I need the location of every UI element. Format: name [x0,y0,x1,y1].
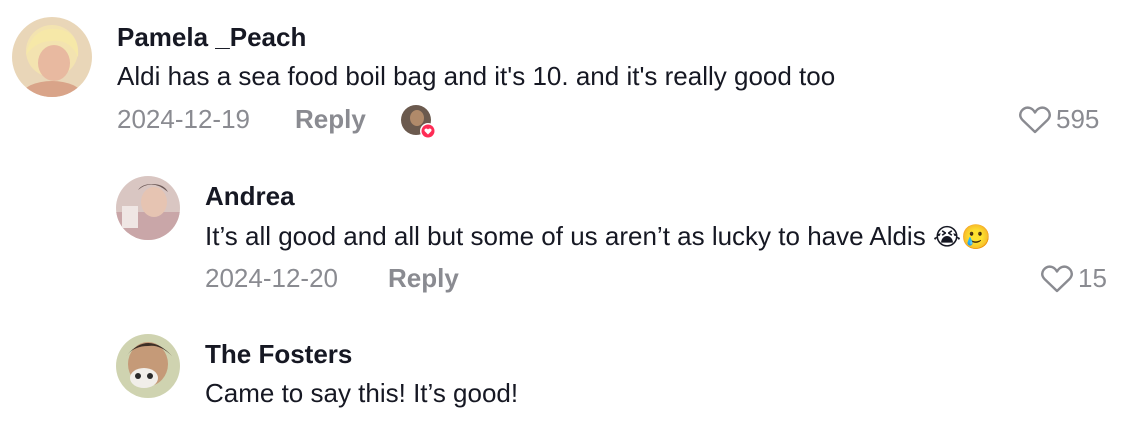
comment-text-body: It’s all good and all but some of us are… [205,221,926,251]
creator-liked-badge [400,104,438,140]
comment-username[interactable]: The Fosters [205,339,352,370]
comment-text: It’s all good and all but some of us are… [205,221,991,252]
avatar-image [116,334,180,398]
avatar[interactable] [116,334,180,398]
avatar-image [116,176,180,240]
avatar-image [12,17,92,97]
comment-text: Aldi has a sea food boil bag and it's 10… [117,61,836,91]
like-button[interactable]: 15 [1040,263,1107,294]
like-count: 595 [1056,104,1100,134]
comment-text: Came to say this! It’s good! [205,378,519,408]
like-button[interactable]: 595 [1018,104,1099,135]
reply-button[interactable]: Reply [388,263,459,294]
emoji: 😭🥲 [932,224,991,251]
heart-outline-icon [1041,264,1073,292]
like-count: 15 [1078,263,1107,293]
heart-outline-icon [1019,105,1051,133]
comment-username[interactable]: Pamela _Peach [117,22,306,53]
comment-date: 2024-12-20 [205,263,338,293]
avatar[interactable] [12,17,92,97]
reply-button[interactable]: Reply [295,104,366,135]
avatar[interactable] [116,176,180,240]
comment-date: 2024-12-19 [117,104,250,134]
comment-username[interactable]: Andrea [205,181,295,212]
creator-avatar-icon [401,105,436,139]
